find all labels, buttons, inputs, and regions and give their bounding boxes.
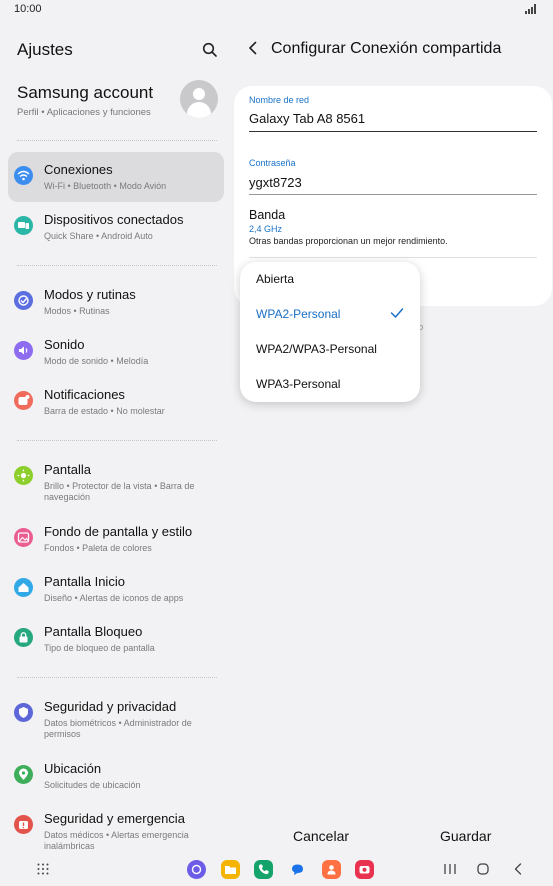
network-name-field[interactable]: Galaxy Tab A8 8561: [249, 111, 365, 126]
search-icon[interactable]: [202, 42, 218, 58]
avatar[interactable]: [180, 80, 218, 118]
sidebar-item-subtitle: Modos • Rutinas: [44, 306, 110, 316]
sidebar-item-seguridad-privacidad[interactable]: Seguridad y privacidad Datos biométricos…: [8, 689, 224, 745]
sidebar-item-fondo[interactable]: Fondo de pantalla y estilo Fondos • Pale…: [8, 514, 224, 564]
sidebar-item-subtitle: Tipo de bloqueo de pantalla: [44, 643, 155, 653]
wallpaper-icon: [14, 528, 33, 547]
camera-app-icon[interactable]: [355, 860, 374, 879]
internet-app-icon[interactable]: [187, 860, 206, 879]
samsung-account[interactable]: Samsung account Perfil • Aplicaciones y …: [0, 80, 232, 124]
sidebar-item-title: Modos y rutinas: [44, 287, 136, 302]
security-option-wpa2-personal[interactable]: WPA2-Personal: [240, 297, 420, 332]
sidebar-item-title: Seguridad y emergencia: [44, 811, 185, 826]
sidebar-item-ubicacion[interactable]: Ubicación Solicitudes de ubicación: [8, 751, 224, 801]
back-arrow-icon[interactable]: [245, 40, 261, 56]
option-label: Abierta: [256, 272, 295, 286]
divider: [17, 677, 217, 678]
sidebar-item-title: Seguridad y privacidad: [44, 699, 177, 714]
apps-grid-icon[interactable]: [37, 863, 49, 875]
home-icon: [14, 578, 33, 597]
band-description: Otras bandas proporcionan un mejor rendi…: [249, 236, 448, 246]
emergency-icon: [14, 815, 33, 834]
navigation-bar: [0, 852, 553, 886]
divider: [249, 257, 537, 258]
sidebar-item-subtitle: Wi-Fi • Bluetooth • Modo Avión: [44, 181, 167, 191]
divider: [17, 265, 217, 266]
sidebar-item-title: Pantalla Inicio: [44, 574, 125, 589]
sidebar-item-title: Sonido: [44, 337, 85, 352]
sound-icon: [14, 341, 33, 360]
display-icon: [14, 466, 33, 485]
band-label: Banda: [249, 208, 286, 222]
phone-app-icon[interactable]: [254, 860, 273, 879]
sidebar-item-conexiones[interactable]: Conexiones Wi-Fi • Bluetooth • Modo Avió…: [8, 152, 224, 202]
sidebar-item-title: Fondo de pantalla y estilo: [44, 524, 193, 539]
devices-icon: [14, 216, 33, 235]
shield-icon: [14, 703, 33, 722]
sidebar-item-subtitle: Fondos • Paleta de colores: [44, 543, 152, 553]
account-name: Samsung account: [17, 83, 154, 102]
sidebar-item-subtitle: Diseño • Alertas de iconos de apps: [44, 593, 184, 603]
home-button-icon[interactable]: [476, 862, 490, 876]
back-button-icon[interactable]: [511, 862, 525, 876]
recent-apps-icon[interactable]: [443, 862, 457, 876]
divider: [17, 140, 217, 141]
sidebar-item-modos[interactable]: Modos y rutinas Modos • Rutinas: [8, 277, 224, 327]
divider: [17, 440, 217, 441]
page-title: Configurar Conexión compartida: [271, 40, 502, 57]
sidebar-item-dispositivos[interactable]: Dispositivos conectados Quick Share • An…: [8, 202, 224, 252]
network-name-underline: [249, 131, 537, 132]
sidebar-item-subtitle: Barra de estado • No molestar: [44, 406, 165, 416]
bottom-actions: Cancelar Guardar: [234, 820, 552, 850]
sidebar-item-notificaciones[interactable]: Notificaciones Barra de estado • No mole…: [8, 377, 224, 427]
notifications-icon: [14, 391, 33, 410]
security-option-wpa2-wpa3-personal[interactable]: WPA2/WPA3-Personal: [240, 332, 420, 367]
security-dropdown: Abierta WPA2-Personal WPA2/WPA3-Personal…: [240, 262, 420, 402]
password-label: Contraseña: [249, 158, 296, 168]
security-option-abierta[interactable]: Abierta: [240, 262, 420, 297]
lock-icon: [14, 628, 33, 647]
security-option-wpa3-personal[interactable]: WPA3-Personal: [240, 367, 420, 402]
settings-title: Ajustes: [17, 40, 73, 59]
sidebar-item-title: Dispositivos conectados: [44, 212, 184, 227]
status-time: 10:00: [14, 3, 42, 15]
files-app-icon[interactable]: [221, 860, 240, 879]
contacts-app-icon[interactable]: [322, 860, 341, 879]
sidebar-item-subtitle: Modo de sonido • Melodía: [44, 356, 149, 366]
check-icon: [390, 308, 404, 318]
band-value: 2,4 GHz: [249, 224, 283, 234]
password-field[interactable]: ygxt8723: [249, 175, 302, 190]
sidebar-item-subtitle: Quick Share • Android Auto: [44, 231, 153, 241]
settings-pane: Ajustes Samsung account Perfil • Aplicac…: [0, 20, 232, 853]
sidebar-item-subtitle: Datos médicos • Alertas emergencia inalá…: [44, 830, 189, 851]
sidebar-item-title: Pantalla: [44, 462, 91, 477]
sidebar-item-title: Pantalla Bloqueo: [44, 624, 143, 639]
messages-app-icon[interactable]: [288, 860, 307, 879]
option-label: WPA3-Personal: [256, 377, 341, 391]
network-name-label: Nombre de red: [249, 95, 310, 105]
sidebar-item-sonido[interactable]: Sonido Modo de sonido • Melodía: [8, 327, 224, 377]
password-underline: [249, 194, 537, 195]
option-label: WPA2/WPA3-Personal: [256, 342, 377, 356]
sidebar-item-pantalla-inicio[interactable]: Pantalla Inicio Diseño • Alertas de icon…: [8, 564, 224, 614]
sidebar-item-subtitle: Solicitudes de ubicación: [44, 780, 141, 790]
location-icon: [14, 765, 33, 784]
wifi-icon: [14, 166, 33, 185]
option-label: WPA2-Personal: [256, 307, 341, 321]
sidebar-item-subtitle: Brillo • Protector de la vista • Barra d…: [44, 481, 195, 502]
modes-icon: [14, 291, 33, 310]
sidebar-item-seguridad-emergencia[interactable]: Seguridad y emergencia Datos médicos • A…: [8, 801, 224, 853]
save-button[interactable]: Guardar: [440, 828, 491, 844]
cancel-button[interactable]: Cancelar: [293, 828, 349, 844]
sidebar-item-title: Conexiones: [44, 162, 113, 177]
sidebar-item-pantalla[interactable]: Pantalla Brillo • Protector de la vista …: [8, 452, 224, 508]
sidebar-item-subtitle: Datos biométricos • Administrador de per…: [44, 718, 192, 739]
status-bar: 10:00: [0, 0, 553, 20]
sidebar-item-title: Ubicación: [44, 761, 102, 776]
signal-icon: [525, 4, 536, 14]
account-subtitle: Perfil • Aplicaciones y funciones: [17, 107, 151, 118]
sidebar-item-title: Notificaciones: [44, 387, 125, 402]
sidebar-item-pantalla-bloqueo[interactable]: Pantalla Bloqueo Tipo de bloqueo de pant…: [8, 614, 224, 664]
